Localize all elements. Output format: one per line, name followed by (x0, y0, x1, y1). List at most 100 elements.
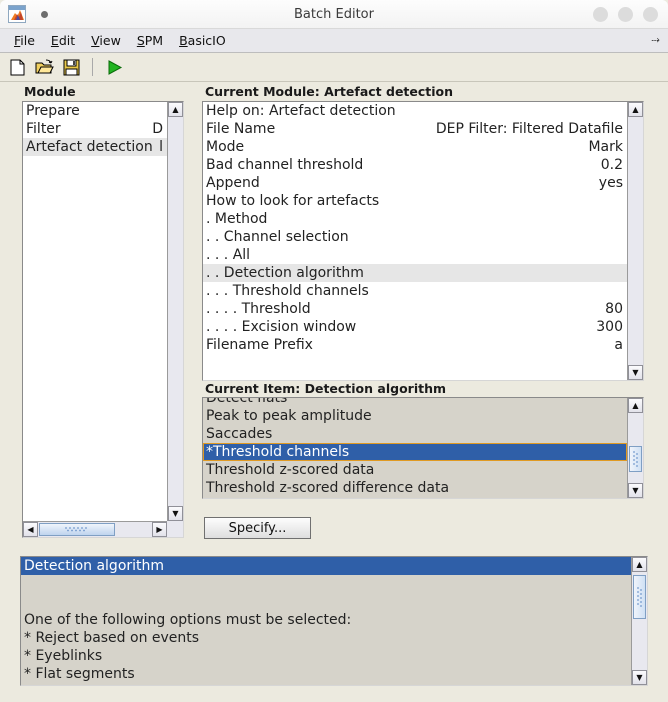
curitem-scroll-up-icon[interactable]: ▲ (628, 398, 643, 413)
new-file-icon[interactable] (6, 56, 28, 78)
help-panel-line[interactable] (21, 593, 631, 611)
current-module-list[interactable]: Help on: Artefact detection File Name DEP … (202, 101, 644, 381)
menu-basicio-rest: asicIO (187, 33, 226, 48)
row-label: One of the following options must be sel… (24, 612, 352, 628)
current-module-row[interactable]: . . Channel selection (203, 228, 627, 246)
menu-view[interactable]: View (83, 31, 129, 50)
module-vertical-scrollbar[interactable]: ▲ ▼ (167, 102, 183, 521)
current-module-row[interactable]: . . . . Threshold 80 (203, 300, 627, 318)
row-label: . . Channel selection (206, 229, 349, 245)
save-file-icon[interactable] (60, 56, 82, 78)
menu-file-rest: ile (20, 33, 35, 48)
module-hscroll-thumb[interactable] (39, 523, 115, 536)
toolbar-separator (92, 58, 93, 76)
row-label: . . . Threshold channels (206, 283, 369, 299)
vscroll-grip-icon (632, 451, 638, 467)
current-item-option[interactable]: *Threshold channels (203, 443, 627, 461)
hscroll-grip-icon (65, 526, 87, 531)
current-item-listbox[interactable]: Detect flats Peak to peak amplitude Saccad… (202, 397, 644, 499)
maximize-button[interactable] (618, 6, 633, 22)
help-panel-title[interactable]: Detection algorithm (21, 557, 631, 575)
current-item-option[interactable]: Peak to peak amplitude (203, 407, 627, 425)
help-vertical-scrollbar[interactable]: ▲ ▼ (631, 557, 647, 685)
row-value: D (152, 121, 163, 137)
menu-basicio[interactable]: BasicIO (171, 31, 234, 50)
current-module-row[interactable]: . . . Threshold channels (203, 282, 627, 300)
matlab-icon (8, 5, 26, 23)
row-label: . . Detection algorithm (206, 265, 364, 281)
current-module-row[interactable]: Bad channel threshold 0.2 (203, 156, 627, 174)
curitem-vscroll-thumb[interactable] (629, 446, 642, 472)
minimize-button[interactable] (593, 6, 608, 22)
help-panel-rows: Detection algorithm One of the following … (21, 557, 631, 685)
help-panel-line[interactable]: One of the following options must be sel… (21, 611, 631, 629)
module-list-item[interactable]: Prepare (23, 102, 167, 120)
row-label: Filter (26, 121, 61, 137)
current-item-vertical-scrollbar[interactable]: ▲ ▼ (627, 398, 643, 498)
module-list-item[interactable]: Artefact detection l (23, 138, 167, 156)
module-horizontal-scrollbar[interactable]: ◀ ▶ (23, 521, 167, 537)
row-value: Mark (588, 139, 623, 155)
module-scroll-up-icon[interactable]: ▲ (168, 102, 183, 117)
menu-bar: File Edit View SPM BasicIO ⤑ (0, 29, 668, 53)
current-module-row[interactable]: Mode Mark (203, 138, 627, 156)
row-label: Detect flats (206, 397, 288, 406)
row-value: DEP Filter: Filtered Datafile (435, 121, 623, 137)
current-module-row[interactable]: How to look for artefacts (203, 192, 627, 210)
help-panel-line[interactable]: * Eyeblinks (21, 647, 631, 665)
current-module-row[interactable]: Filename Prefix a (203, 336, 627, 354)
current-item-option[interactable]: Threshold z-scored data (203, 461, 627, 479)
row-label: . . . All (206, 247, 251, 263)
current-item-rows: Detect flats Peak to peak amplitude Saccad… (203, 397, 627, 498)
menu-spm[interactable]: SPM (129, 31, 171, 50)
menu-edit[interactable]: Edit (43, 31, 83, 50)
current-module-row[interactable]: Append yes (203, 174, 627, 192)
batch-editor-window: Batch Editor File Edit View SPM BasicIO … (0, 0, 668, 702)
help-panel[interactable]: Detection algorithm One of the following … (20, 556, 648, 686)
help-panel-line[interactable]: * Flat segments (21, 665, 631, 683)
curitem-scroll-down-icon[interactable]: ▼ (628, 483, 643, 498)
specify-button[interactable]: Specify... (204, 517, 311, 539)
current-module-row[interactable]: . . . All (203, 246, 627, 264)
help-scroll-up-icon[interactable]: ▲ (632, 557, 647, 572)
current-module-row[interactable]: File Name DEP Filter: Filtered Datafile (203, 120, 627, 138)
module-list-item[interactable]: Filter D (23, 120, 167, 138)
help-panel-line[interactable] (21, 575, 631, 593)
curmod-scroll-down-icon[interactable]: ▼ (628, 365, 643, 380)
row-value: 0.2 (600, 157, 623, 173)
row-label: Prepare (26, 103, 80, 119)
module-list[interactable]: Prepare Filter D Artefact detection l ▲ ▼ ◀ … (22, 101, 184, 538)
help-panel-line[interactable]: * Reject based on events (21, 629, 631, 647)
menu-overflow-arrow[interactable]: ⤑ (651, 33, 660, 47)
module-scroll-left-icon[interactable]: ◀ (23, 522, 38, 537)
help-vscroll-thumb[interactable] (633, 575, 646, 619)
current-item-option[interactable]: Threshold z-scored difference data (203, 479, 627, 497)
current-module-vertical-scrollbar[interactable]: ▲ ▼ (627, 102, 643, 380)
module-scroll-right-icon[interactable]: ▶ (152, 522, 167, 537)
row-label: Bad channel threshold (206, 157, 364, 173)
current-item-option[interactable]: Saccades (203, 425, 627, 443)
module-scroll-down-icon[interactable]: ▼ (168, 506, 183, 521)
current-module-rows: Help on: Artefact detection File Name DEP … (203, 102, 627, 380)
menu-file[interactable]: File (6, 31, 43, 50)
row-label: * Reject based on events (24, 630, 200, 646)
current-module-row[interactable]: . . . . Excision window 300 (203, 318, 627, 336)
current-module-row[interactable]: Help on: Artefact detection (203, 102, 627, 120)
help-scroll-down-icon[interactable]: ▼ (632, 670, 647, 685)
title-bar: Batch Editor (0, 0, 668, 29)
row-label: Artefact detection (26, 139, 153, 155)
current-item-option[interactable]: Detect flats (203, 397, 627, 407)
row-value: a (614, 337, 623, 353)
unsaved-indicator (41, 10, 48, 18)
row-label: Help on: Artefact detection (206, 103, 396, 119)
current-module-row[interactable]: . Method (203, 210, 627, 228)
row-label: How to look for artefacts (206, 193, 380, 209)
run-icon[interactable] (103, 56, 125, 78)
row-label: Mode (206, 139, 245, 155)
row-label: Filename Prefix (206, 337, 313, 353)
close-button[interactable] (643, 6, 658, 22)
row-label: Detection algorithm (24, 558, 165, 574)
current-module-row[interactable]: . . Detection algorithm (203, 264, 627, 282)
curmod-scroll-up-icon[interactable]: ▲ (628, 102, 643, 117)
open-file-icon[interactable] (33, 56, 55, 78)
